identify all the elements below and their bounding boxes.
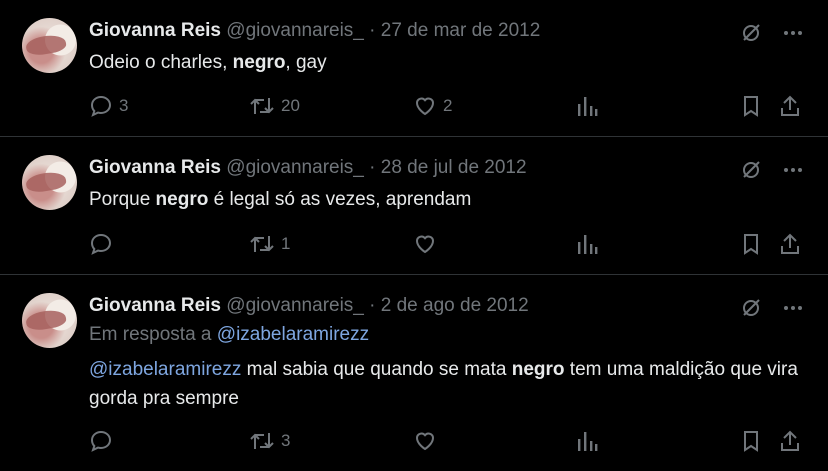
reply-to-link[interactable]: @izabelaramirezz xyxy=(217,324,369,345)
like-icon xyxy=(413,232,437,256)
tweet-date[interactable]: 27 de mar de 2012 xyxy=(381,20,541,41)
text-segment: mal sabia que quando se mata xyxy=(241,359,512,380)
reply-icon xyxy=(89,94,113,118)
reply-button[interactable] xyxy=(89,232,119,256)
action-bar: 3 20 2 xyxy=(0,94,828,120)
bookmark-button[interactable] xyxy=(740,429,762,453)
bookmark-icon xyxy=(740,429,762,453)
retweet-count: 3 xyxy=(281,431,291,450)
tweet-header: Giovanna Reis @giovannareis_ · 27 de mar… xyxy=(89,20,540,42)
bookmark-button[interactable] xyxy=(740,232,762,256)
tweet-top-icons xyxy=(740,22,804,44)
like-icon xyxy=(413,94,437,118)
text-bold: negro xyxy=(155,189,209,210)
tweet-text: @izabelaramirezz mal sabia que quando se… xyxy=(89,355,809,413)
author-name[interactable]: Giovanna Reis xyxy=(89,20,221,41)
reply-button[interactable]: 3 xyxy=(89,94,128,118)
retweet-icon xyxy=(249,94,275,118)
retweet-count: 1 xyxy=(281,234,291,253)
like-button[interactable] xyxy=(413,232,443,256)
grok-icon[interactable] xyxy=(740,22,762,44)
tweet[interactable]: Giovanna Reis @giovannareis_ · 2 de ago … xyxy=(0,275,828,471)
retweet-count: 20 xyxy=(281,96,300,115)
bookmark-icon xyxy=(740,232,762,256)
retweet-icon xyxy=(249,232,275,256)
separator: · xyxy=(369,20,376,41)
retweet-button[interactable]: 1 xyxy=(249,232,290,256)
reply-count: 3 xyxy=(119,96,129,115)
tweet[interactable]: Giovanna Reis @giovannareis_ · 27 de mar… xyxy=(0,0,828,137)
bookmark-button[interactable] xyxy=(740,94,762,118)
reply-context: Em resposta a @izabelaramirezz xyxy=(89,320,809,350)
tweet-text: Porque negro é legal só as vezes, aprend… xyxy=(89,185,809,214)
tweet-top-icons xyxy=(740,297,804,319)
author-handle[interactable]: @giovannareis_ xyxy=(226,295,364,316)
avatar[interactable] xyxy=(22,293,77,348)
reply-button[interactable] xyxy=(89,429,119,453)
like-icon xyxy=(413,429,437,453)
text-bold: negro xyxy=(232,52,286,73)
tweet-header: Giovanna Reis @giovannareis_ · 28 de jul… xyxy=(89,157,527,179)
action-bar: 1 xyxy=(0,232,828,258)
reply-prefix: Em resposta a xyxy=(89,324,217,345)
tweet-text: Odeio o charles, negro, gay xyxy=(89,48,809,77)
author-handle[interactable]: @giovannareis_ xyxy=(226,157,364,178)
grok-icon[interactable] xyxy=(740,159,762,181)
avatar[interactable] xyxy=(22,18,77,73)
retweet-button[interactable]: 20 xyxy=(249,94,300,118)
share-icon xyxy=(778,429,802,453)
like-button[interactable] xyxy=(413,429,443,453)
views-button[interactable] xyxy=(576,232,598,256)
tweet-header: Giovanna Reis @giovannareis_ · 2 de ago … xyxy=(89,295,529,317)
tweet-top-icons xyxy=(740,159,804,181)
views-icon xyxy=(576,94,598,118)
views-button[interactable] xyxy=(576,429,598,453)
more-icon[interactable] xyxy=(782,159,804,181)
mention-link[interactable]: @izabelaramirezz xyxy=(89,359,241,380)
text-segment: Porque xyxy=(89,189,156,210)
views-button[interactable] xyxy=(576,94,598,118)
bookmark-icon xyxy=(740,94,762,118)
share-button[interactable] xyxy=(778,232,802,256)
text-segment: Odeio o charles, xyxy=(89,52,233,73)
tweet[interactable]: Giovanna Reis @giovannareis_ · 28 de jul… xyxy=(0,137,828,275)
text-bold: negro xyxy=(511,359,565,380)
like-button[interactable]: 2 xyxy=(413,94,452,118)
more-icon[interactable] xyxy=(782,22,804,44)
retweet-button[interactable]: 3 xyxy=(249,429,290,453)
share-button[interactable] xyxy=(778,429,802,453)
avatar[interactable] xyxy=(22,155,77,210)
tweet-date[interactable]: 28 de jul de 2012 xyxy=(381,157,527,178)
separator: · xyxy=(369,295,376,316)
action-bar: 3 xyxy=(0,429,828,455)
like-count: 2 xyxy=(443,96,453,115)
separator: · xyxy=(369,157,376,178)
retweet-icon xyxy=(249,429,275,453)
share-icon xyxy=(778,94,802,118)
author-handle[interactable]: @giovannareis_ xyxy=(226,20,364,41)
text-segment: é legal só as vezes, aprendam xyxy=(208,189,472,210)
tweet-feed: Giovanna Reis @giovannareis_ · 27 de mar… xyxy=(0,0,828,471)
grok-icon[interactable] xyxy=(740,297,762,319)
more-icon[interactable] xyxy=(782,297,804,319)
share-icon xyxy=(778,232,802,256)
author-name[interactable]: Giovanna Reis xyxy=(89,295,221,316)
tweet-date[interactable]: 2 de ago de 2012 xyxy=(381,295,529,316)
share-button[interactable] xyxy=(778,94,802,118)
views-icon xyxy=(576,232,598,256)
text-segment: , gay xyxy=(285,52,327,73)
reply-icon xyxy=(89,232,113,256)
views-icon xyxy=(576,429,598,453)
reply-icon xyxy=(89,429,113,453)
author-name[interactable]: Giovanna Reis xyxy=(89,157,221,178)
